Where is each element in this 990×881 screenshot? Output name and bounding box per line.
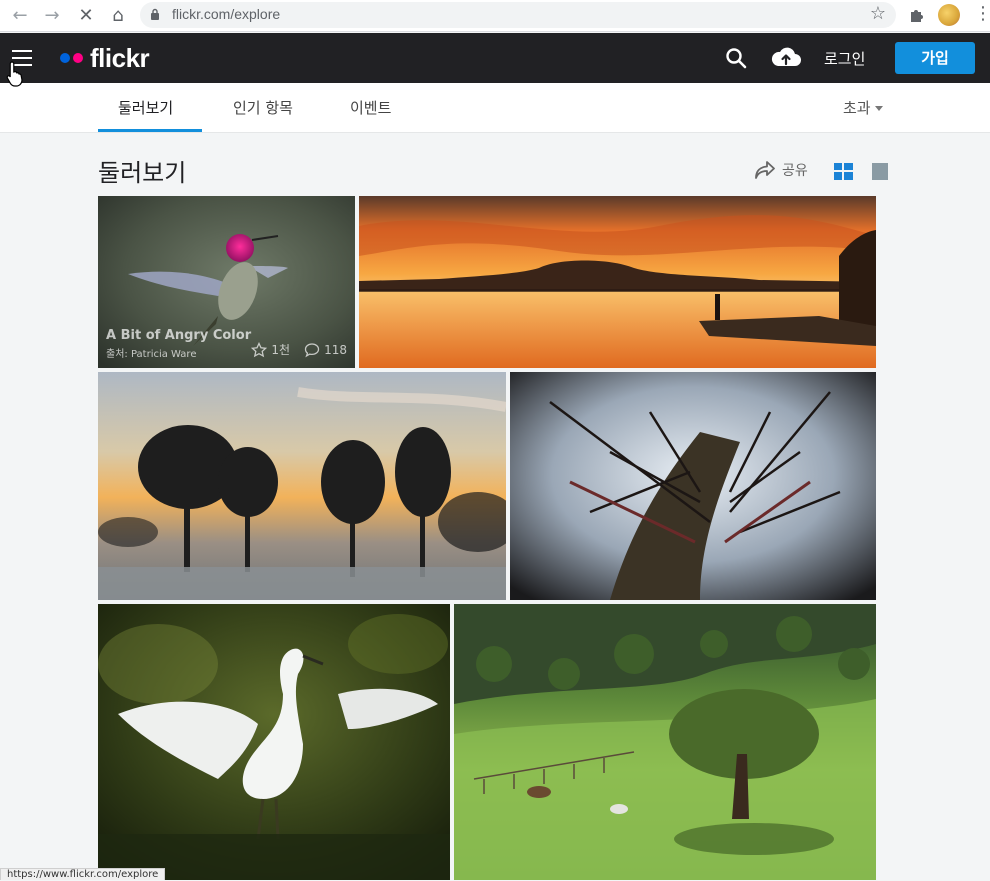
- photo-tile[interactable]: [454, 604, 876, 880]
- signup-button[interactable]: 가입: [895, 42, 975, 74]
- home-icon[interactable]: ⌂: [106, 4, 130, 28]
- page-title: 둘러보기: [98, 159, 187, 187]
- address-bar[interactable]: flickr.com/explore ☆: [140, 2, 896, 28]
- tab-trending[interactable]: 인기 항목: [233, 97, 293, 118]
- more-menu[interactable]: 초과: [843, 97, 883, 118]
- sunset-lake-photo: [359, 196, 876, 368]
- lock-icon: [151, 8, 159, 20]
- profile-avatar[interactable]: [938, 4, 960, 26]
- photo-stats: 1천 118: [251, 341, 347, 358]
- back-arrow-icon[interactable]: ←: [8, 4, 32, 28]
- comment-count: 118: [324, 342, 347, 357]
- photo-tile[interactable]: [359, 196, 876, 368]
- green-hillside-photo: [454, 604, 876, 880]
- photo-title[interactable]: A Bit of Angry Color: [106, 328, 251, 343]
- photo-tile[interactable]: [98, 604, 450, 880]
- share-label: 공유: [782, 163, 808, 179]
- photo-author[interactable]: 출처: Patricia Ware: [106, 345, 251, 360]
- browser-status-bar: https://www.flickr.com/explore: [0, 868, 166, 880]
- share-arrow-icon: [755, 161, 775, 179]
- more-menu-label: 초과: [843, 99, 871, 117]
- url-text: flickr.com/explore: [172, 6, 281, 22]
- photo-caption: A Bit of Angry Color 출처: Patricia Ware: [106, 328, 251, 360]
- forward-arrow-icon[interactable]: →: [40, 4, 64, 28]
- hand-pointer-cursor-icon: [6, 61, 23, 87]
- browser-toolbar: ← → ✕ ⌂ flickr.com/explore ☆ ⋮: [0, 0, 990, 32]
- tab-explore[interactable]: 둘러보기: [118, 97, 173, 118]
- bookmark-star-icon[interactable]: ☆: [870, 3, 886, 24]
- stop-loading-icon[interactable]: ✕: [74, 4, 98, 28]
- photo-tile[interactable]: [510, 372, 876, 600]
- logo-pink-dot: [73, 53, 83, 63]
- caret-down-icon: [874, 106, 883, 111]
- justified-view-icon[interactable]: [834, 163, 853, 180]
- photo-tile[interactable]: A Bit of Angry Color 출처: Patricia Ware 1…: [98, 196, 355, 368]
- logo-text: flickr: [90, 42, 150, 73]
- logo-blue-dot: [60, 53, 70, 63]
- misty-trees-photo: [98, 372, 506, 600]
- upload-cloud-icon[interactable]: [770, 45, 802, 69]
- fave-count: 1천: [271, 343, 291, 357]
- thorny-branch-photo: [510, 372, 876, 600]
- tab-events[interactable]: 이벤트: [350, 97, 391, 118]
- site-header: flickr 로그인 가입: [0, 33, 990, 83]
- explore-subnav: 둘러보기 인기 항목 이벤트 초과: [0, 83, 990, 133]
- active-tab-indicator: [98, 129, 202, 132]
- search-icon[interactable]: [725, 47, 747, 69]
- comment-bubble-icon[interactable]: [304, 342, 320, 358]
- login-link[interactable]: 로그인: [824, 48, 865, 69]
- browser-menu-icon[interactable]: ⋮: [974, 4, 990, 24]
- star-fave-icon[interactable]: [251, 341, 268, 358]
- share-button[interactable]: 공유: [754, 160, 808, 180]
- flickr-logo[interactable]: flickr: [60, 42, 150, 73]
- egret-photo: [98, 604, 450, 880]
- single-view-icon[interactable]: [872, 163, 888, 180]
- extensions-puzzle-icon[interactable]: [906, 4, 928, 26]
- photo-tile[interactable]: [98, 372, 506, 600]
